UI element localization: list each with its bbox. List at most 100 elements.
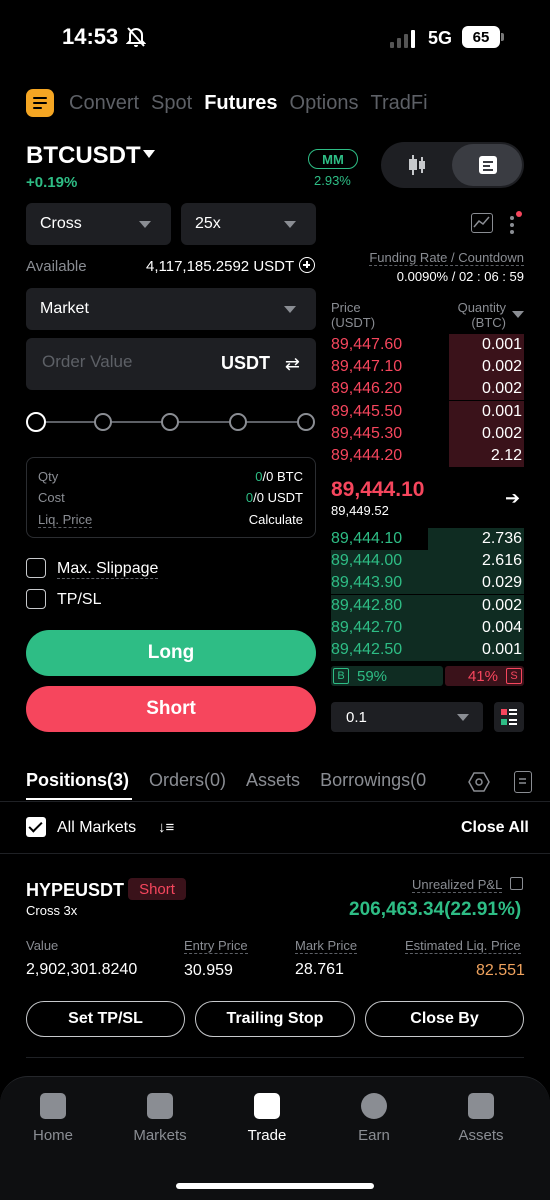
caret-down-icon[interactable] [512, 311, 524, 318]
nav-assets[interactable]: Assets [441, 1093, 521, 1144]
nav-home[interactable]: Home [13, 1093, 93, 1144]
depth-step-select[interactable]: 0.1 [331, 702, 483, 732]
side-badge: Short [128, 878, 186, 900]
ask-row[interactable]: 89,445.50 0.001 [331, 400, 524, 423]
all-markets-checkbox[interactable] [26, 817, 46, 837]
order-type-value: Market [40, 300, 89, 317]
wallet-icon [468, 1093, 494, 1119]
bid-row[interactable]: 89,442.70 0.004 [331, 616, 524, 639]
trailing-stop-button[interactable]: Trailing Stop [195, 1001, 355, 1037]
tpsl-label[interactable]: TP/SL [57, 591, 101, 609]
pair-symbol[interactable]: BTCUSDT [26, 142, 141, 170]
tab-convert[interactable]: Convert [69, 92, 139, 115]
all-markets-label[interactable]: All Markets [57, 819, 136, 837]
menu-icon[interactable] [26, 89, 54, 117]
leverage-select[interactable]: 25x [181, 203, 316, 245]
more-vertical-icon[interactable] [510, 214, 514, 234]
tab-positions[interactable]: Positions(3) [26, 770, 129, 791]
mark-price-label: Mark Price [295, 938, 358, 954]
caret-down-icon [457, 714, 469, 721]
view-toggle[interactable] [381, 142, 524, 188]
chevron-down-icon[interactable] [143, 150, 155, 158]
chart-icon[interactable] [471, 213, 493, 233]
status-time: 14:53 [62, 24, 119, 49]
slider-handle[interactable] [26, 412, 46, 432]
tab-borrowings[interactable]: Borrowings(0 [320, 770, 426, 791]
tab-assets[interactable]: Assets [246, 770, 300, 791]
bid-row[interactable]: 89,442.50 0.001 [331, 639, 524, 661]
tab-orders[interactable]: Orders(0) [149, 770, 226, 791]
tab-options[interactable]: Options [290, 92, 359, 115]
max-slippage-label[interactable]: Max. Slippage [57, 560, 159, 579]
position-symbol[interactable]: HYPEUSDT [26, 880, 124, 901]
close-all-button[interactable]: Close All [461, 819, 529, 837]
ask-row[interactable]: 89,447.10 0.002 [331, 356, 524, 379]
divider [26, 1057, 524, 1058]
max-slippage-checkbox[interactable] [26, 558, 46, 578]
tab-spot[interactable]: Spot [151, 92, 192, 115]
slider-step[interactable] [94, 413, 112, 431]
add-funds-icon[interactable] [299, 257, 315, 273]
order-unit[interactable]: USDT [221, 353, 270, 374]
order-value-input[interactable] [42, 352, 212, 372]
value-label: Value [26, 938, 59, 953]
tab-futures[interactable]: Futures [204, 92, 277, 115]
settings-hex-icon[interactable] [468, 772, 490, 792]
order-type-select[interactable]: Market [26, 288, 316, 330]
nav-earn[interactable]: Earn [334, 1093, 414, 1144]
est-liq-price: 82.551 [476, 962, 525, 979]
slider-step[interactable] [297, 413, 315, 431]
caret-down-icon [284, 221, 296, 228]
bid-row[interactable]: 89,442.80 0.002 [331, 594, 524, 617]
mm-value: 2.93% [314, 173, 351, 188]
bid-quantity: 0.002 [481, 596, 522, 614]
depth-step-value: 0.1 [346, 708, 367, 726]
nav-trade-label: Trade [247, 1127, 287, 1144]
margin-mode-value: Cross [40, 215, 82, 232]
arrow-right-icon[interactable]: ➔ [505, 488, 520, 509]
divider [0, 853, 550, 854]
sort-icon[interactable]: ↓≡ [158, 819, 174, 836]
upnl-value: 206,463.34(22.91%) [349, 899, 522, 920]
long-button[interactable]: Long [26, 630, 316, 676]
ask-price: 89,445.50 [331, 402, 403, 420]
ask-row[interactable]: 89,446.20 0.002 [331, 378, 524, 401]
sell-ratio: 41% [467, 668, 498, 685]
set-tpsl-button[interactable]: Set TP/SL [26, 1001, 185, 1037]
ask-row[interactable]: 89,445.30 0.002 [331, 422, 524, 445]
slider-step[interactable] [161, 413, 179, 431]
bid-price: 89,444.00 [331, 552, 403, 570]
earn-icon [361, 1093, 387, 1119]
short-button[interactable]: Short [26, 686, 316, 732]
quantity-header[interactable]: Quantity (BTC) [458, 300, 506, 330]
tpsl-checkbox[interactable] [26, 589, 46, 609]
mm-badge[interactable]: MM [308, 149, 358, 169]
margin-mode-select[interactable]: Cross [26, 203, 171, 245]
entry-price: 30.959 [184, 962, 233, 979]
bid-row[interactable]: 89,443.90 0.029 [331, 572, 524, 595]
ask-price: 89,445.30 [331, 424, 403, 442]
document-icon[interactable] [514, 771, 532, 793]
position-margin: Cross 3x [26, 903, 78, 918]
swap-icon[interactable]: ⇄ [285, 354, 300, 375]
candlestick-icon[interactable] [407, 154, 427, 176]
bid-row[interactable]: 89,444.10 2.736 [331, 528, 524, 550]
notification-dot [516, 211, 522, 217]
bid-row[interactable]: 89,444.00 2.616 [331, 550, 524, 573]
ask-row[interactable]: 89,447.60 0.001 [331, 334, 524, 356]
share-icon[interactable] [510, 877, 523, 890]
tab-tradfi[interactable]: TradFi [370, 92, 427, 115]
liq-price-label: Liq. Price [38, 512, 93, 528]
book-layout-icon[interactable] [494, 702, 524, 732]
ask-row[interactable]: 89,444.20 2.12 [331, 445, 524, 467]
nav-trade[interactable]: Trade [227, 1093, 307, 1144]
nav-markets[interactable]: Markets [120, 1093, 200, 1144]
orderbook-icon[interactable] [478, 155, 498, 175]
order-summary: Qty 0/0 BTC Cost 0/0 USDT Liq. Price Cal… [26, 457, 316, 538]
sell-ratio-bar: 41% S [445, 666, 524, 686]
value-amount: 2,902,301.8240 [26, 961, 138, 978]
slider-step[interactable] [229, 413, 247, 431]
calculate-link[interactable]: Calculate [249, 512, 303, 527]
close-by-button[interactable]: Close By [365, 1001, 524, 1037]
last-price: 89,444.10 [331, 478, 425, 501]
